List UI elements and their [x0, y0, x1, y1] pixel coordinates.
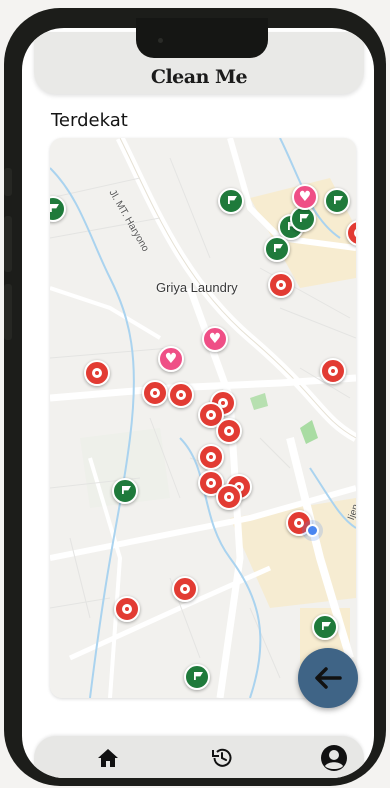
- phone-notch: [136, 18, 268, 58]
- section-title: Terdekat: [51, 110, 128, 131]
- map-view[interactable]: Jl. MT. Haryono Ijen St Griya Laundry: [50, 138, 356, 698]
- profile-icon: [321, 745, 347, 771]
- nav-profile[interactable]: [320, 744, 348, 772]
- current-location-dot: [306, 524, 319, 537]
- map-marker-green[interactable]: [324, 188, 350, 214]
- map-marker-pink[interactable]: [158, 346, 184, 372]
- map-marker-red[interactable]: [216, 418, 242, 444]
- map-marker-red[interactable]: [268, 272, 294, 298]
- phone-frame: Clean Me Terdekat Jl. MT. Haryono Ijen G…: [4, 8, 386, 786]
- back-button[interactable]: [298, 648, 358, 708]
- side-button: [4, 168, 12, 196]
- map-marker-green[interactable]: [112, 478, 138, 504]
- app-title: Clean Me: [150, 66, 248, 88]
- map-marker-pink[interactable]: [292, 184, 318, 210]
- map-marker-green[interactable]: [312, 614, 338, 640]
- map-marker-red[interactable]: [216, 484, 242, 510]
- bottom-nav: [34, 736, 364, 778]
- nav-history[interactable]: [208, 744, 236, 772]
- map-marker-red[interactable]: [142, 380, 168, 406]
- map-marker-red[interactable]: [168, 382, 194, 408]
- map-marker-green[interactable]: [264, 236, 290, 262]
- camera-dot: [158, 38, 163, 43]
- map-marker-red[interactable]: [172, 576, 198, 602]
- arrow-left-icon: [315, 667, 342, 689]
- side-button: [4, 284, 12, 340]
- history-icon: [212, 748, 232, 767]
- phone-screen: Clean Me Terdekat Jl. MT. Haryono Ijen G…: [22, 28, 374, 778]
- side-button: [4, 216, 12, 272]
- home-icon: [98, 749, 118, 767]
- map-marker-green[interactable]: [184, 664, 210, 690]
- map-marker-red[interactable]: [84, 360, 110, 386]
- map-marker-pink[interactable]: [202, 326, 228, 352]
- map-marker-red[interactable]: [198, 444, 224, 470]
- map-marker-green[interactable]: [218, 188, 244, 214]
- nav-home[interactable]: [94, 744, 122, 772]
- place-label: Griya Laundry: [156, 280, 238, 295]
- map-marker-red[interactable]: [320, 358, 346, 384]
- map-marker-red[interactable]: [114, 596, 140, 622]
